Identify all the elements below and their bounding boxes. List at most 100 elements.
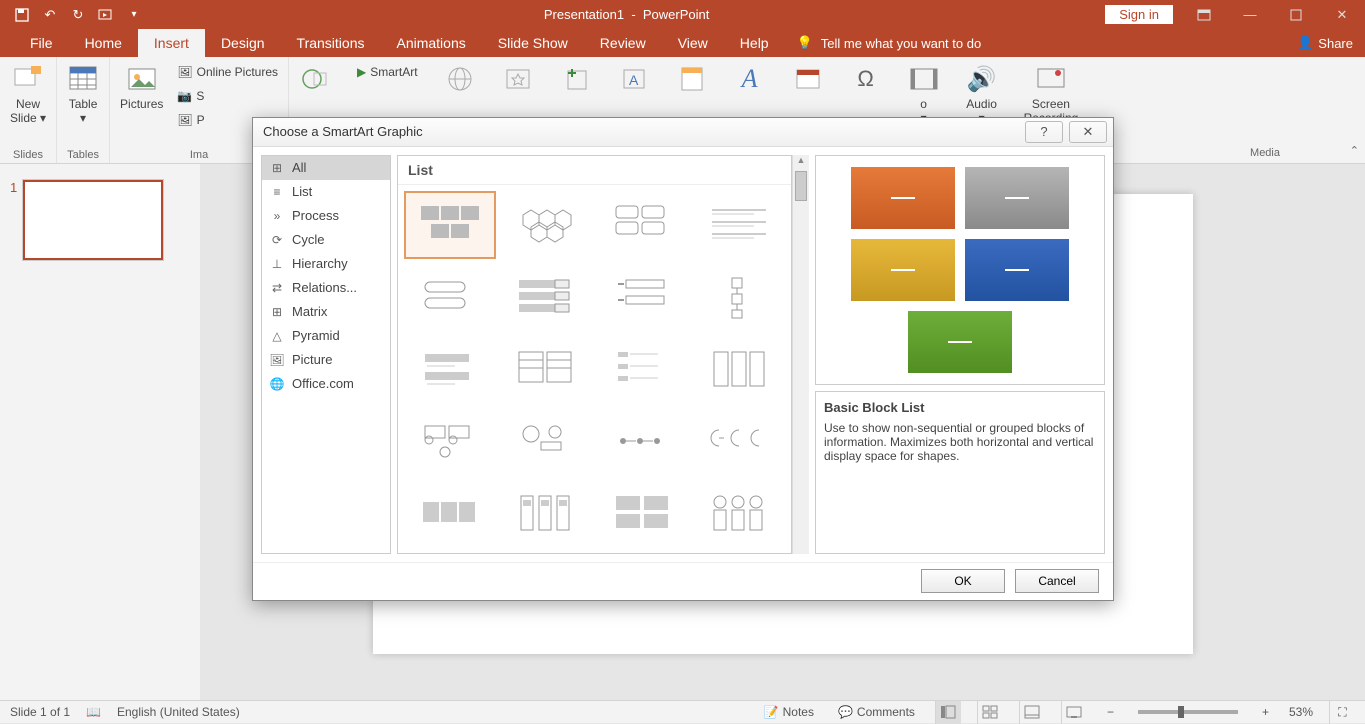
slideshow-view-icon[interactable]	[1061, 701, 1087, 724]
layout-square-accent[interactable]	[693, 263, 785, 331]
layout-lined-list[interactable]	[693, 191, 785, 259]
undo-icon[interactable]: ↶	[36, 2, 64, 28]
layout-circle-columns[interactable]	[693, 479, 785, 547]
layout-vertical-boxes[interactable]	[500, 479, 592, 547]
tab-animations[interactable]: Animations	[380, 29, 481, 57]
plus-button[interactable]	[556, 61, 596, 97]
minimize-icon[interactable]: —	[1227, 0, 1273, 29]
slide-counter[interactable]: Slide 1 of 1	[10, 705, 70, 719]
category-list[interactable]: ⊞All ≡List »Process ⟳Cycle ⊥Hierarchy ⇄R…	[261, 155, 391, 554]
notes-button[interactable]: 📝 Notes	[760, 701, 818, 724]
zoom-slider[interactable]	[1138, 710, 1238, 714]
tab-home[interactable]: Home	[69, 29, 138, 57]
cat-relationship[interactable]: ⇄Relations...	[262, 276, 390, 300]
cat-cycle[interactable]: ⟳Cycle	[262, 228, 390, 252]
svg-text:A: A	[629, 72, 639, 88]
cat-process[interactable]: »Process	[262, 204, 390, 228]
dialog-buttons: OK Cancel	[253, 562, 1113, 600]
tab-view[interactable]: View	[662, 29, 724, 57]
wordart-button[interactable]: A	[730, 61, 770, 97]
shapes-button[interactable]	[295, 61, 335, 97]
layout-pie-process[interactable]	[500, 407, 592, 475]
zoom-out-icon[interactable]: −	[1103, 705, 1118, 719]
dialog-help-icon[interactable]: ?	[1025, 121, 1063, 143]
share-button[interactable]: 👤 Share	[1285, 35, 1365, 51]
comments-button[interactable]: 💬 Comments	[834, 701, 919, 724]
layout-basic-block-list[interactable]	[404, 191, 496, 259]
dialog-close-icon[interactable]: ✕	[1069, 121, 1107, 143]
ribbon-display-options-icon[interactable]	[1181, 0, 1227, 29]
cat-officecom[interactable]: 🌐Office.com	[262, 372, 390, 396]
hierarchy-icon: ⊥	[270, 257, 284, 271]
zoom-in-icon[interactable]: +	[1258, 705, 1273, 719]
tab-transitions[interactable]: Transitions	[281, 29, 381, 57]
layout-horizontal-bullet[interactable]	[597, 263, 689, 331]
ok-button[interactable]: OK	[921, 569, 1005, 593]
qat-customize-icon[interactable]: ▾	[120, 2, 148, 28]
dialog-titlebar[interactable]: Choose a SmartArt Graphic ? ✕	[253, 118, 1113, 147]
cat-all[interactable]: ⊞All	[262, 156, 390, 180]
tab-file[interactable]: File	[14, 29, 69, 57]
layout-vertical-bracket[interactable]	[500, 263, 592, 331]
close-icon[interactable]: ✕	[1319, 0, 1365, 29]
layout-vertical-box[interactable]	[404, 263, 496, 331]
cat-pyramid[interactable]: △Pyramid	[262, 324, 390, 348]
slide-thumbnail-1[interactable]	[23, 180, 163, 260]
tab-insert[interactable]: Insert	[138, 29, 205, 57]
reading-view-icon[interactable]	[1019, 701, 1045, 724]
save-icon[interactable]	[8, 2, 36, 28]
description-box: Basic Block List Use to show non-sequent…	[815, 391, 1105, 554]
layout-stacked[interactable]	[404, 335, 496, 403]
layout-picture-caption[interactable]	[597, 191, 689, 259]
slide-thumbnail-pane[interactable]: 1	[0, 164, 200, 700]
signin-button[interactable]: Sign in	[1105, 5, 1173, 24]
layout-semicircle[interactable]	[693, 407, 785, 475]
layout-scrollbar[interactable]: ▲	[792, 155, 809, 554]
new-slide-button[interactable]: New Slide ▾	[6, 61, 50, 128]
start-from-beginning-icon[interactable]	[92, 2, 120, 28]
layout-columns[interactable]	[693, 335, 785, 403]
layout-circle-process[interactable]	[404, 407, 496, 475]
pictures-button[interactable]: Pictures	[116, 61, 167, 113]
tab-slideshow[interactable]: Slide Show	[482, 29, 584, 57]
textbox-button[interactable]: A	[614, 61, 654, 97]
online-pictures-button[interactable]: 🖼Online Pictures	[173, 61, 282, 83]
spellcheck-icon[interactable]: 📖	[86, 705, 101, 719]
video-icon	[908, 63, 940, 95]
star-button[interactable]	[498, 61, 538, 97]
maximize-icon[interactable]	[1273, 0, 1319, 29]
tab-review[interactable]: Review	[584, 29, 662, 57]
layout-table-list[interactable]	[500, 335, 592, 403]
cancel-button[interactable]: Cancel	[1015, 569, 1099, 593]
header-footer-button[interactable]	[672, 61, 712, 97]
fit-to-window-icon[interactable]: ⛶	[1329, 701, 1355, 724]
cat-matrix[interactable]: ⊞Matrix	[262, 300, 390, 324]
language-status[interactable]: English (United States)	[117, 705, 240, 719]
collapse-ribbon-icon[interactable]: ⌃	[1350, 144, 1359, 157]
layout-grid[interactable]	[398, 185, 791, 553]
layout-tabs[interactable]	[404, 479, 496, 547]
globe-button[interactable]	[440, 61, 480, 97]
normal-view-icon[interactable]	[935, 701, 961, 724]
zoom-level[interactable]: 53%	[1289, 705, 1313, 719]
grid-header: List	[398, 156, 791, 185]
redo-icon[interactable]: ↻	[64, 2, 92, 28]
layout-tree[interactable]	[597, 335, 689, 403]
layout-hexagon[interactable]	[500, 191, 592, 259]
date-button[interactable]	[788, 61, 828, 97]
group-slides: New Slide ▾ Slides	[0, 57, 57, 163]
cat-hierarchy[interactable]: ⊥Hierarchy	[262, 252, 390, 276]
layout-grid-blocks[interactable]	[597, 479, 689, 547]
tab-help[interactable]: Help	[724, 29, 785, 57]
table-button[interactable]: Table▾	[63, 61, 103, 128]
shapes-icon	[299, 63, 331, 95]
tab-design[interactable]: Design	[205, 29, 281, 57]
smartart-button[interactable]: ▶SmartArt	[353, 61, 422, 83]
symbol-button[interactable]: Ω	[846, 61, 886, 97]
sorter-view-icon[interactable]	[977, 701, 1003, 724]
cat-list[interactable]: ≡List	[262, 180, 390, 204]
layout-dots[interactable]	[597, 407, 689, 475]
tell-me-search[interactable]: 💡 Tell me what you want to do	[785, 35, 994, 51]
screenshot-button[interactable]: 📷S	[173, 85, 282, 107]
cat-picture[interactable]: 🖼Picture	[262, 348, 390, 372]
